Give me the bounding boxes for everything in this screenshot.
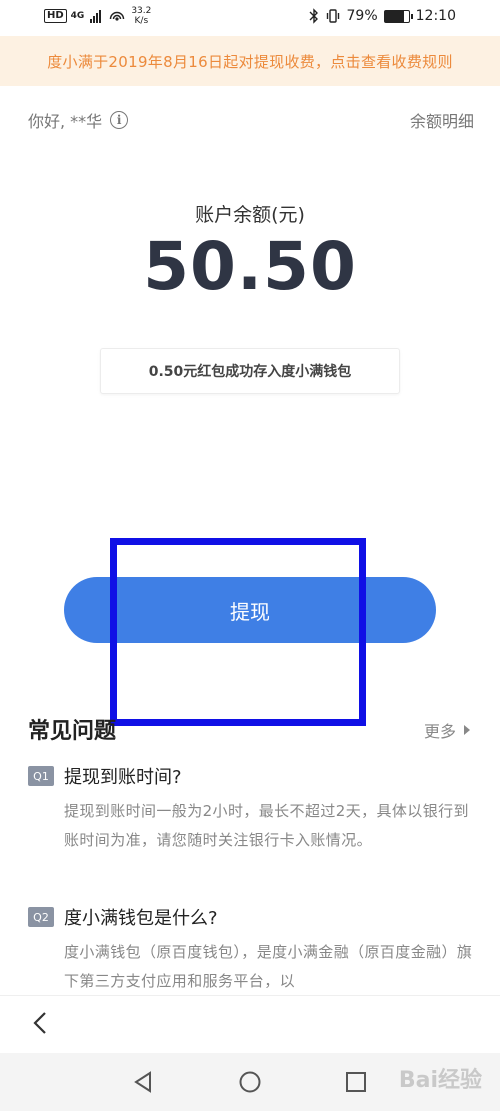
faq-answer-1: 提现到账时间一般为2小时，最长不超过2天，具体以银行到账时间为准，请您随时关注银…	[64, 802, 469, 849]
watermark: Bai经验	[398, 1068, 482, 1093]
chevron-right-icon	[464, 725, 470, 735]
bottom-toolbar	[0, 995, 500, 1054]
greeting: 你好, **华 i	[28, 108, 129, 132]
fee-notice-text: 度小满于2019年8月16日起对提现收费，点击查看收费规则	[47, 52, 453, 71]
greeting-text: 你好, **华	[28, 112, 103, 131]
battery-percent: 79%	[346, 8, 378, 24]
nav-back-icon[interactable]	[130, 1068, 158, 1096]
status-bar-left: HD 4G 33.2 K/s	[44, 6, 151, 26]
faq-more-link[interactable]: 更多	[424, 718, 470, 742]
bluetooth-icon	[309, 8, 318, 24]
balance-amount: 50.50	[143, 228, 357, 305]
vibrate-icon	[326, 9, 339, 23]
nav-home-icon[interactable]	[236, 1068, 264, 1096]
network-speed: 33.2 K/s	[131, 6, 152, 26]
faq-answer-2: 度小满钱包（原百度钱包），是度小满金融（原百度金融）旗下第三方支付应用和服务平台…	[64, 943, 473, 990]
hd-indicator: HD	[44, 9, 67, 23]
question-text: 度小满钱包是什么?	[64, 908, 218, 929]
status-bar-right: 79% 12:10	[309, 8, 456, 24]
red-packet-tip: 0.50元红包成功存入度小满钱包	[100, 348, 400, 394]
question-badge: Q1	[28, 766, 54, 786]
balance-detail-link[interactable]: 余额明细	[410, 108, 474, 132]
back-arrow-icon[interactable]	[26, 1008, 56, 1038]
question-text: 提现到账时间?	[64, 767, 182, 788]
faq-title: 常见问题	[28, 719, 117, 744]
faq-question-2[interactable]: Q2 度小满钱包是什么?	[28, 904, 218, 930]
fee-notice-banner[interactable]: 度小满于2019年8月16日起对提现收费，点击查看收费规则	[0, 36, 500, 86]
clock: 12:10	[415, 8, 456, 24]
hotspot-icon	[110, 11, 125, 21]
faq-question-1[interactable]: Q1 提现到账时间?	[28, 763, 182, 789]
battery-icon	[383, 9, 413, 23]
info-icon[interactable]: i	[110, 111, 129, 129]
signal-icon	[90, 9, 102, 23]
faq-more-label: 更多	[423, 722, 456, 741]
network-type: 4G	[70, 11, 85, 21]
withdraw-button[interactable]: 提现	[64, 577, 436, 643]
question-badge: Q2	[28, 907, 54, 927]
nav-recent-apps-icon[interactable]	[342, 1068, 370, 1096]
balance-label: 账户余额(元)	[195, 204, 305, 226]
